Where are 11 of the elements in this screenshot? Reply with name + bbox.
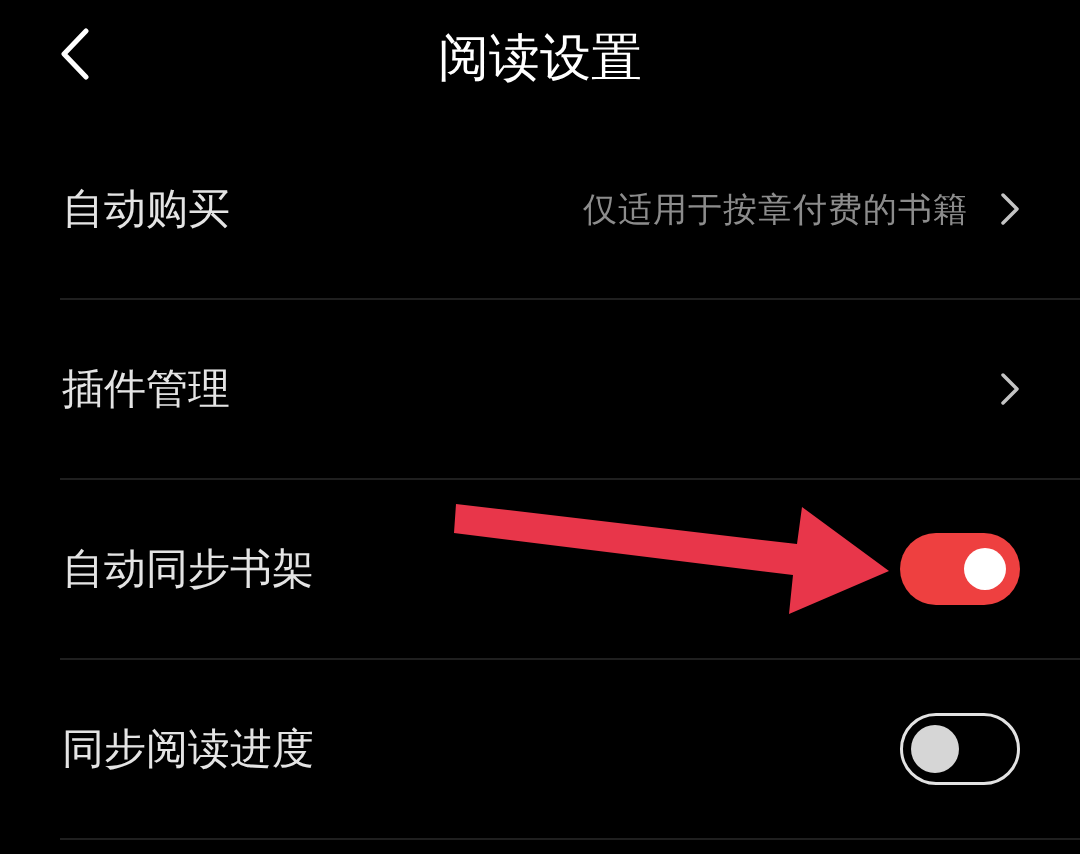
chevron-right-icon[interactable] [1000,192,1020,226]
setting-label: 自动同步书架 [62,543,314,595]
toggle-switch[interactable] [900,713,1020,785]
setting-label: 自动购买 [62,183,230,235]
chevron-right-icon[interactable] [1000,372,1020,406]
setting-hint: 仅适用于按章付费的书籍 [583,188,968,230]
page-title: 阅读设置 [438,27,642,89]
setting-label: 插件管理 [62,363,230,415]
setting-label: 同步阅读进度 [62,723,314,775]
back-icon [60,28,90,80]
back-button[interactable] [60,28,90,80]
